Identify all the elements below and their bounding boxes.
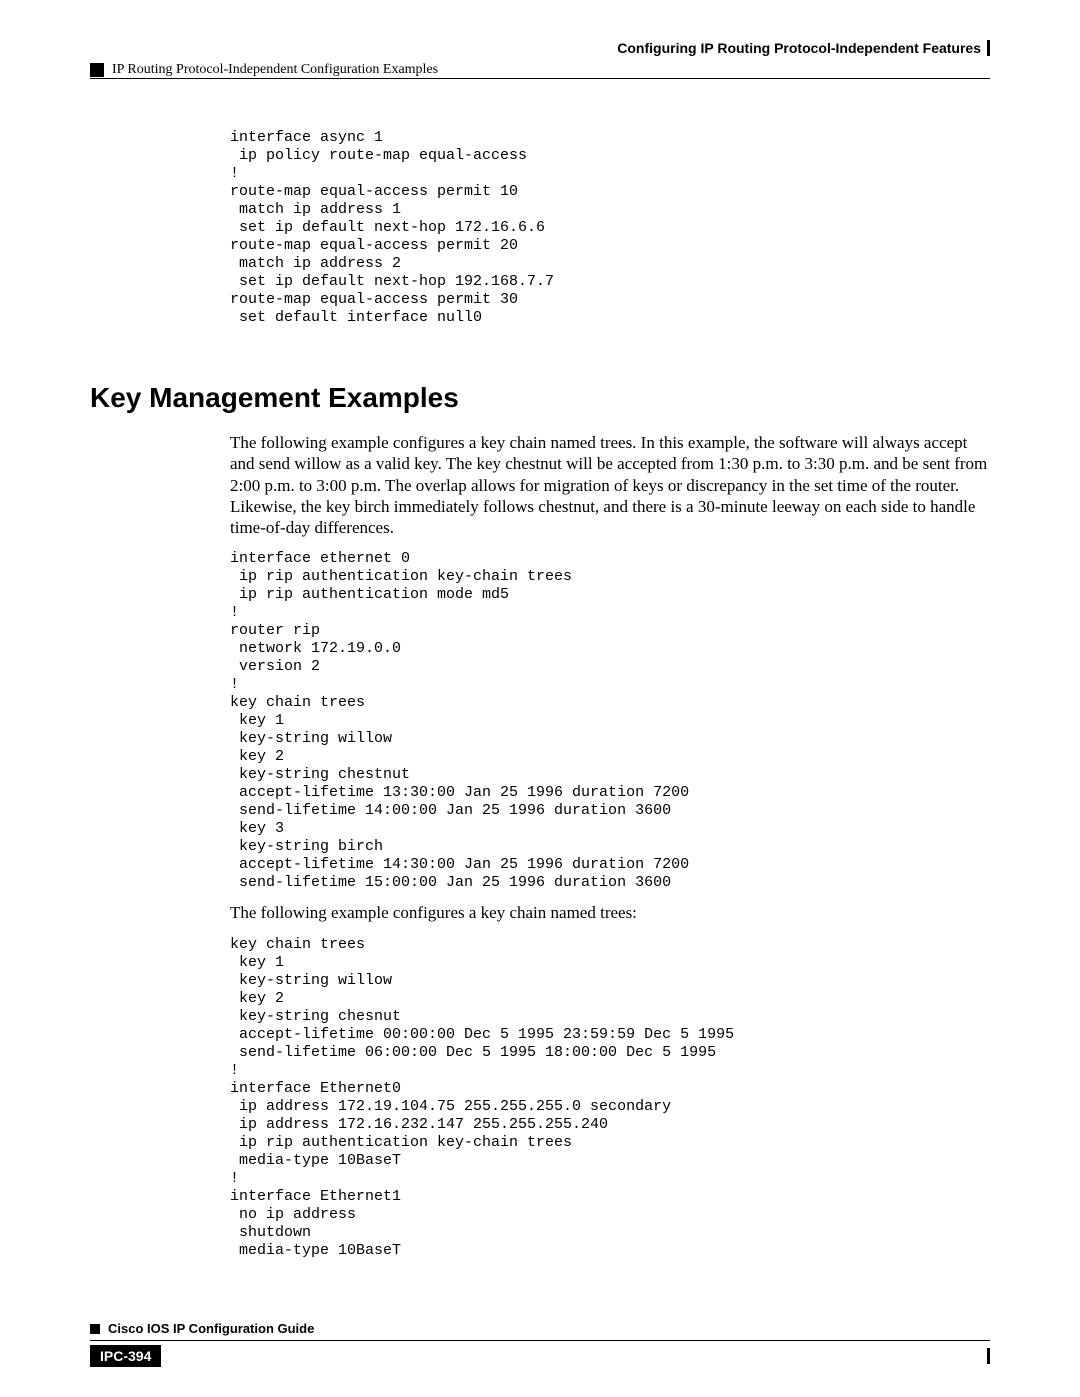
chapter-title-group: Configuring IP Routing Protocol-Independ… (617, 40, 990, 56)
section-heading: Key Management Examples (90, 382, 990, 414)
footer-divider (90, 1340, 990, 1341)
chapter-title: Configuring IP Routing Protocol-Independ… (617, 40, 981, 56)
section-path-group: IP Routing Protocol-Independent Configur… (90, 62, 990, 78)
code-block-2: interface ethernet 0 ip rip authenticati… (230, 550, 990, 892)
footer-marker-icon (90, 1324, 100, 1334)
page-number-badge: IPC-394 (90, 1345, 161, 1367)
paragraph-1: The following example configures a key c… (230, 432, 990, 538)
footer-bottom-row: IPC-394 (90, 1345, 990, 1367)
page-footer: Cisco IOS IP Configuration Guide IPC-394 (90, 1321, 990, 1367)
guide-title: Cisco IOS IP Configuration Guide (108, 1321, 314, 1336)
footer-bar-icon (987, 1348, 990, 1364)
section-marker-icon (90, 63, 104, 77)
page-header: Configuring IP Routing Protocol-Independ… (90, 40, 990, 56)
section-path: IP Routing Protocol-Independent Configur… (112, 62, 438, 78)
footer-title-line: Cisco IOS IP Configuration Guide (90, 1321, 990, 1336)
header-divider (90, 78, 990, 79)
header-bar-icon (987, 40, 990, 56)
code-block-3: key chain trees key 1 key-string willow … (230, 936, 990, 1260)
code-block-1: interface async 1 ip policy route-map eq… (230, 129, 990, 327)
paragraph-2: The following example configures a key c… (230, 902, 990, 923)
page: Configuring IP Routing Protocol-Independ… (0, 0, 1080, 1397)
